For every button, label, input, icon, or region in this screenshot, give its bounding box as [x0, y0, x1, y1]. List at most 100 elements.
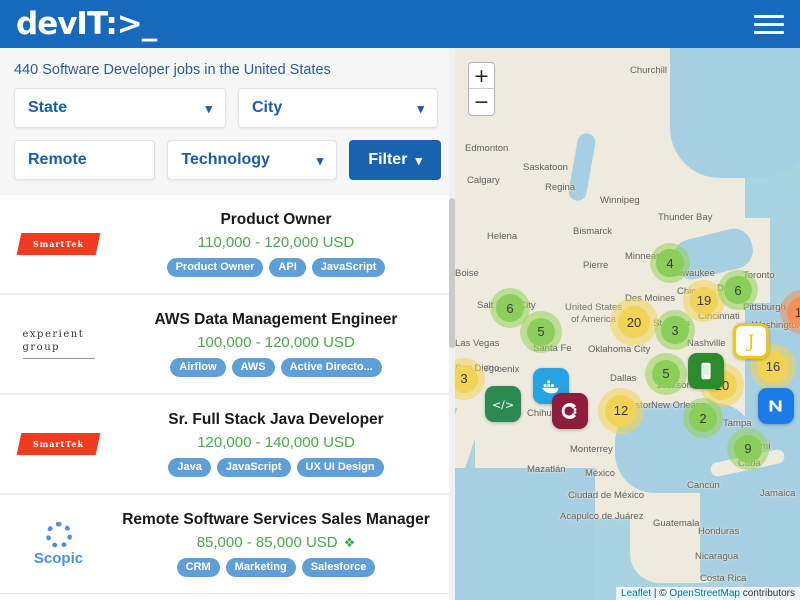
company-name-line2: group: [22, 341, 61, 353]
job-title[interactable]: Remote Software Services Sales Manager: [122, 511, 430, 529]
code-shield-icon[interactable]: </>: [485, 386, 521, 422]
map-cluster-count: 20: [617, 305, 651, 339]
company-logo: Scopic: [6, 504, 111, 584]
company-logo: SmartTek: [6, 204, 111, 284]
mobile-icon[interactable]: [688, 353, 724, 389]
map-cluster-count: 12: [605, 395, 637, 427]
chevron-down-icon: ▾: [417, 100, 424, 116]
jobs-map[interactable]: + − Churchill Edmonton Saskatoon Calgary Reg…: [455, 48, 800, 600]
leaflet-link[interactable]: Leaflet: [621, 588, 651, 599]
map-attribution: Leaflet | © OpenStreetMap contributors: [616, 587, 800, 600]
job-tag[interactable]: API: [269, 258, 306, 277]
job-board-app: devIT:>_ 440 Software Developer jobs in …: [0, 0, 800, 600]
map-cluster-count: 10: [787, 297, 800, 327]
map-place-label: Monterrey: [570, 444, 613, 455]
dotnet-icon[interactable]: [758, 388, 794, 424]
map-cluster-marker[interactable]: 6: [718, 270, 758, 310]
logo-divider: [22, 358, 95, 359]
job-card[interactable]: experient group AWS Data Management Engine…: [0, 294, 455, 394]
filter-row-secondary: Remote Technology ▾ Filter ▾: [10, 140, 445, 180]
map-cluster-count: 5: [526, 317, 556, 347]
map-place-label: México: [585, 468, 616, 479]
job-tag[interactable]: AWS: [231, 358, 275, 377]
job-tag[interactable]: JavaScript: [216, 458, 291, 477]
city-select-label: City: [252, 99, 283, 116]
map-cluster-marker[interactable]: 5: [645, 353, 687, 395]
map-cluster-marker[interactable]: 9: [727, 428, 769, 470]
company-name-text: SmartTek: [32, 439, 84, 449]
hamburger-menu-icon[interactable]: [754, 14, 784, 34]
filter-button-label: Filter: [368, 151, 408, 168]
map-cluster-marker[interactable]: 4: [650, 243, 690, 283]
job-title[interactable]: Sr. Full Stack Java Developer: [168, 411, 383, 429]
city-select[interactable]: City ▾: [238, 88, 438, 128]
experient-group-logo-icon: experient group: [22, 329, 95, 359]
map-cluster-marker[interactable]: 2: [683, 398, 723, 438]
job-title[interactable]: Product Owner: [220, 211, 331, 229]
map-place-label: Ciudad de México: [568, 490, 645, 501]
salary-range-text: 85,000 - 85,000 USD: [196, 534, 338, 551]
job-salary: 85,000 - 85,000 USD ❖: [197, 534, 356, 551]
map-cluster-marker[interactable]: 5: [520, 311, 562, 353]
job-tag[interactable]: Airflow: [170, 358, 226, 377]
map-place-label: Costa Rica: [700, 573, 747, 584]
map-place-label: Honduras: [698, 526, 740, 537]
job-tag[interactable]: JavaScript: [311, 258, 386, 277]
job-tag-list: Product Owner API JavaScript: [166, 258, 386, 277]
map-place-label: Churchill: [630, 65, 667, 76]
job-info: Product Owner 110,000 - 120,000 USD Produc…: [111, 211, 441, 277]
job-tag[interactable]: Salesforce: [301, 558, 376, 577]
map-water-hudson-bay: [670, 48, 800, 178]
job-title[interactable]: AWS Data Management Engineer: [155, 311, 398, 329]
site-logo[interactable]: devIT:>_: [16, 8, 157, 40]
company-logo: experient group: [6, 304, 111, 384]
map-cluster-count: 3: [455, 364, 479, 394]
job-tag[interactable]: Product Owner: [166, 258, 264, 277]
panel-scrollbar[interactable]: [449, 48, 455, 600]
remote-filter[interactable]: Remote: [14, 140, 156, 180]
job-card[interactable]: Scopic Remote Software Services Sales Man…: [0, 494, 455, 594]
map-cluster-marker[interactable]: 12: [598, 388, 644, 434]
map-cluster-marker[interactable]: 3: [655, 310, 695, 350]
c-language-icon[interactable]: [552, 393, 588, 429]
scopic-mark-icon: [45, 521, 72, 548]
job-tag[interactable]: CRM: [176, 558, 220, 577]
state-select[interactable]: State ▾: [14, 88, 226, 128]
hamburger-bar: [754, 22, 784, 26]
map-cluster-marker[interactable]: 20: [610, 298, 658, 346]
map-place-label: Mazatlán: [527, 464, 566, 475]
attribution-separator: | ©: [651, 588, 670, 599]
map-place-label: Edmonton: [465, 143, 509, 154]
job-card[interactable]: SmartTek Sr. Full Stack Java Developer 120…: [0, 394, 455, 494]
smartek-logo-icon: SmartTek: [16, 433, 101, 455]
svg-text:J: J: [746, 332, 755, 352]
job-results-panel: 440 Software Developer jobs in the Unite…: [0, 48, 455, 600]
map-cluster-count: 6: [496, 294, 524, 322]
attribution-tail: contributors: [739, 588, 795, 599]
zoom-out-button[interactable]: −: [469, 89, 494, 115]
chevron-down-icon: ▾: [205, 100, 212, 116]
filter-button[interactable]: Filter ▾: [349, 140, 441, 180]
job-tag[interactable]: Marketing: [225, 558, 296, 577]
company-name-line1: experient: [22, 329, 85, 340]
map-cluster-count: 2: [689, 404, 717, 432]
map-cluster-count: 3: [661, 316, 689, 344]
job-salary: 120,000 - 140,000 USD: [197, 434, 355, 451]
job-info: Sr. Full Stack Java Developer 120,000 - 1…: [111, 411, 441, 477]
technology-select[interactable]: Technology ▾: [167, 140, 338, 180]
openstreetmap-link[interactable]: OpenStreetMap: [669, 588, 740, 599]
job-tag[interactable]: Java: [168, 458, 211, 477]
java-icon[interactable]: J: [733, 323, 769, 359]
map-cluster-count: 19: [689, 286, 719, 316]
job-tag[interactable]: UX UI Design: [296, 458, 384, 477]
scrollbar-thumb[interactable]: [449, 198, 455, 348]
company-logo: SmartTek: [6, 404, 111, 484]
map-place-label: Pierre: [583, 260, 609, 271]
svg-text:</>: </>: [492, 399, 514, 412]
job-card[interactable]: SmartTek Product Owner 110,000 - 120,000 U…: [0, 194, 455, 294]
salary-range-text: 120,000 - 140,000 USD: [197, 434, 355, 451]
job-tag[interactable]: Active Directo...: [280, 358, 382, 377]
zoom-in-button[interactable]: +: [469, 63, 494, 89]
map-place-label: Regina: [545, 182, 576, 193]
chevron-down-icon: ▾: [415, 152, 422, 168]
